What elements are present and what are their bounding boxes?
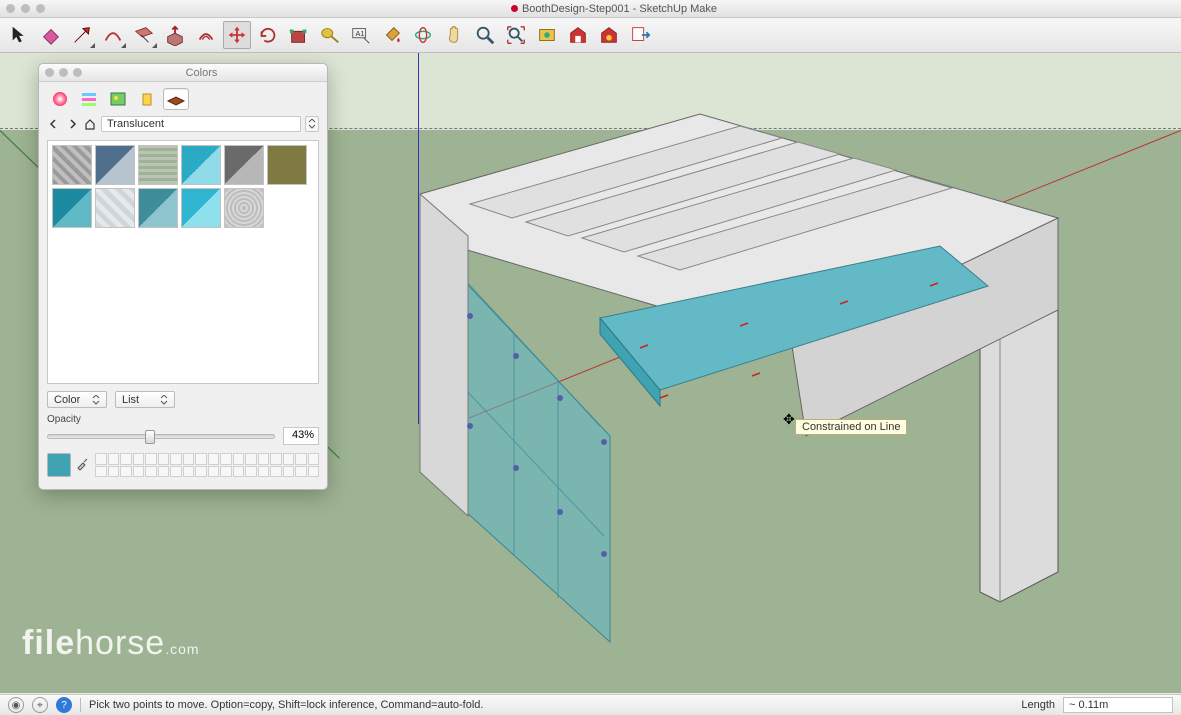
eyedropper-icon[interactable] — [75, 457, 91, 473]
line-tool[interactable] — [68, 21, 96, 49]
color-mode-label: Color — [54, 394, 80, 406]
opacity-label: Opacity — [39, 410, 327, 427]
material-swatches — [47, 140, 319, 384]
window-traffic-lights[interactable] — [6, 4, 45, 13]
crayons-tab[interactable] — [134, 88, 160, 110]
select-tool[interactable] — [6, 21, 34, 49]
status-bar: ◉ ⌖ ? Pick two points to move. Option=co… — [0, 694, 1181, 715]
svg-text:A1: A1 — [356, 29, 365, 38]
add-location-tool[interactable] — [533, 21, 561, 49]
paint-bucket-tool[interactable] — [378, 21, 406, 49]
3d-warehouse-tool[interactable] — [564, 21, 592, 49]
window-titlebar: BoothDesign-Step001 - SketchUp Make — [0, 0, 1181, 18]
move-tool[interactable] — [223, 21, 251, 49]
zoom-extents-tool[interactable] — [502, 21, 530, 49]
close-window-icon[interactable] — [6, 4, 15, 13]
textures-tab[interactable] — [163, 88, 189, 110]
opacity-value[interactable]: 43% — [283, 427, 319, 445]
scale-tool[interactable] — [285, 21, 313, 49]
send-to-layout-tool[interactable] — [626, 21, 654, 49]
material-category-label: Translucent — [107, 118, 164, 130]
eraser-tool[interactable] — [37, 21, 65, 49]
unsaved-indicator-icon — [511, 5, 518, 12]
color-picker-mode-tabs — [39, 82, 327, 114]
extension-warehouse-tool[interactable] — [595, 21, 623, 49]
pan-tool[interactable] — [440, 21, 468, 49]
status-hint: Pick two points to move. Option=copy, Sh… — [89, 699, 483, 711]
color-wheel-tab[interactable] — [47, 88, 73, 110]
move-cursor-icon: ✥ — [783, 411, 795, 428]
push-pull-tool[interactable] — [161, 21, 189, 49]
swatch[interactable] — [95, 145, 135, 185]
swatch[interactable] — [95, 188, 135, 228]
colors-panel[interactable]: Colors Translucent — [38, 63, 328, 490]
image-palette-tab[interactable] — [105, 88, 131, 110]
swatch[interactable] — [52, 145, 92, 185]
opacity-slider[interactable] — [47, 434, 275, 439]
swatch[interactable] — [52, 188, 92, 228]
inference-tooltip: Constrained on Line — [795, 419, 907, 435]
tape-measure-tool[interactable] — [316, 21, 344, 49]
swatch[interactable] — [181, 145, 221, 185]
swatch[interactable] — [224, 188, 264, 228]
zoom-tool[interactable] — [471, 21, 499, 49]
tool-flyout-icon — [121, 43, 126, 48]
rectangle-tool[interactable] — [130, 21, 158, 49]
minimize-window-icon[interactable] — [21, 4, 30, 13]
swatch[interactable] — [267, 145, 307, 185]
color-sliders-tab[interactable] — [76, 88, 102, 110]
swatch[interactable] — [181, 188, 221, 228]
user-icon[interactable]: ◉ — [8, 697, 24, 713]
material-category-dropdown-icon[interactable] — [305, 116, 319, 132]
zoom-window-icon[interactable] — [36, 4, 45, 13]
nav-forward-icon[interactable] — [65, 117, 79, 131]
window-title: BoothDesign-Step001 - SketchUp Make — [522, 3, 717, 15]
slider-thumb-icon[interactable] — [145, 430, 155, 444]
booth-3d-model[interactable] — [300, 86, 1070, 646]
panel-close-icon[interactable] — [45, 68, 54, 77]
credits-icon[interactable]: ? — [56, 697, 72, 713]
color-mode-select[interactable]: Color — [47, 391, 107, 408]
swatch[interactable] — [224, 145, 264, 185]
nav-home-icon[interactable] — [83, 117, 97, 131]
colors-panel-titlebar[interactable]: Colors — [39, 64, 327, 82]
color-wells-strip[interactable] — [95, 453, 319, 477]
rotate-tool[interactable] — [254, 21, 282, 49]
watermark: filehorse.com — [22, 624, 200, 663]
arc-tool[interactable] — [99, 21, 127, 49]
panel-minimize-icon[interactable] — [59, 68, 68, 77]
measurement-input[interactable]: ~ 0.11m — [1063, 697, 1173, 713]
panel-zoom-icon[interactable] — [73, 68, 82, 77]
tool-flyout-icon — [152, 43, 157, 48]
current-color-well[interactable] — [47, 453, 71, 477]
orbit-tool[interactable] — [409, 21, 437, 49]
tool-flyout-icon — [90, 43, 95, 48]
colors-panel-title: Colors — [82, 67, 321, 79]
list-mode-select[interactable]: List — [115, 391, 175, 408]
swatch[interactable] — [138, 188, 178, 228]
swatch[interactable] — [138, 145, 178, 185]
text-tool[interactable]: A1 — [347, 21, 375, 49]
material-category-field[interactable]: Translucent — [101, 116, 301, 132]
list-mode-label: List — [122, 394, 139, 406]
geolocation-icon[interactable]: ⌖ — [32, 697, 48, 713]
length-label: Length — [1021, 699, 1055, 711]
main-toolbar: A1 — [0, 18, 1181, 53]
measurement-value: ~ 0.11m — [1069, 699, 1108, 711]
offset-tool[interactable] — [192, 21, 220, 49]
nav-back-icon[interactable] — [47, 117, 61, 131]
